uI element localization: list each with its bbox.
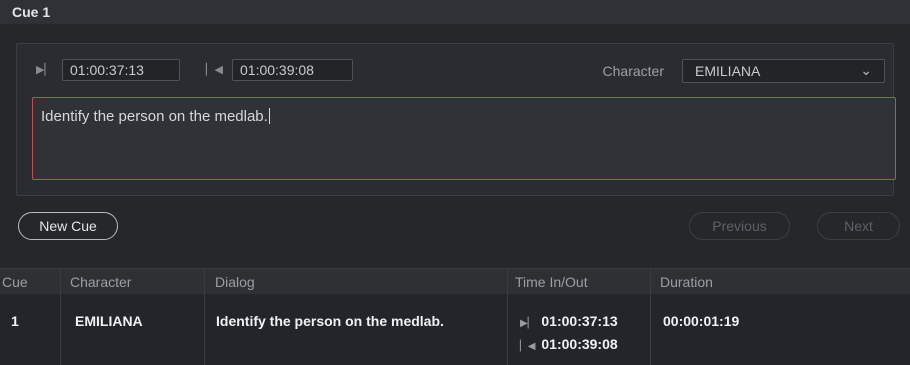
column-divider — [650, 268, 651, 365]
column-header-duration: Duration — [660, 274, 713, 290]
cell-time-in: ▶︎▏ 01:00:37:13 — [520, 313, 618, 329]
chevron-down-icon: ⌄ — [860, 62, 872, 78]
time-in-field[interactable]: 01:00:37:13 — [62, 59, 180, 81]
table-row[interactable]: 1 EMILIANA Identify the person on the me… — [0, 294, 910, 365]
cell-cue: 1 — [11, 313, 19, 329]
panel-title-bar: Cue 1 — [0, 0, 910, 24]
time-out-field[interactable]: 01:00:39:08 — [232, 59, 353, 81]
previous-button[interactable]: Previous — [689, 212, 790, 240]
panel-title: Cue 1 — [12, 4, 51, 20]
mark-in-icon: ▶︎▏ — [36, 64, 53, 76]
cell-character: EMILIANA — [75, 313, 143, 329]
new-cue-button[interactable]: New Cue — [18, 212, 118, 240]
character-label: Character — [602, 63, 664, 79]
mark-out-icon: ▏◀︎ — [520, 341, 536, 352]
cell-dialog: Identify the person on the medlab. — [216, 313, 444, 329]
mark-out-icon: ▏◀︎ — [206, 64, 223, 76]
cell-time-out: ▏◀︎ 01:00:39:08 — [520, 336, 618, 352]
column-header-dialog: Dialog — [215, 274, 255, 290]
cue-editor-panel: ▶︎▏ 01:00:37:13 ▏◀︎ 01:00:39:08 Characte… — [16, 43, 896, 196]
character-select-value: EMILIANA — [695, 63, 761, 79]
cue-table: Cue Character Dialog Time In/Out Duratio… — [0, 268, 910, 365]
cell-duration: 00:00:01:19 — [663, 313, 740, 329]
column-header-cue: Cue — [2, 274, 28, 290]
dialog-textarea[interactable]: Identify the person on the medlab. — [32, 97, 896, 180]
dialog-text: Identify the person on the medlab. — [41, 108, 270, 125]
character-select[interactable]: EMILIANA ⌄ — [682, 59, 885, 83]
column-divider — [507, 268, 508, 365]
next-button[interactable]: Next — [817, 212, 900, 240]
column-divider — [60, 268, 61, 365]
mark-in-icon: ▶︎▏ — [520, 318, 536, 329]
table-header: Cue Character Dialog Time In/Out Duratio… — [0, 268, 910, 294]
text-caret — [268, 108, 270, 124]
column-header-time-in-out: Time In/Out — [515, 274, 588, 290]
column-header-character: Character — [70, 274, 132, 290]
column-divider — [204, 268, 205, 365]
